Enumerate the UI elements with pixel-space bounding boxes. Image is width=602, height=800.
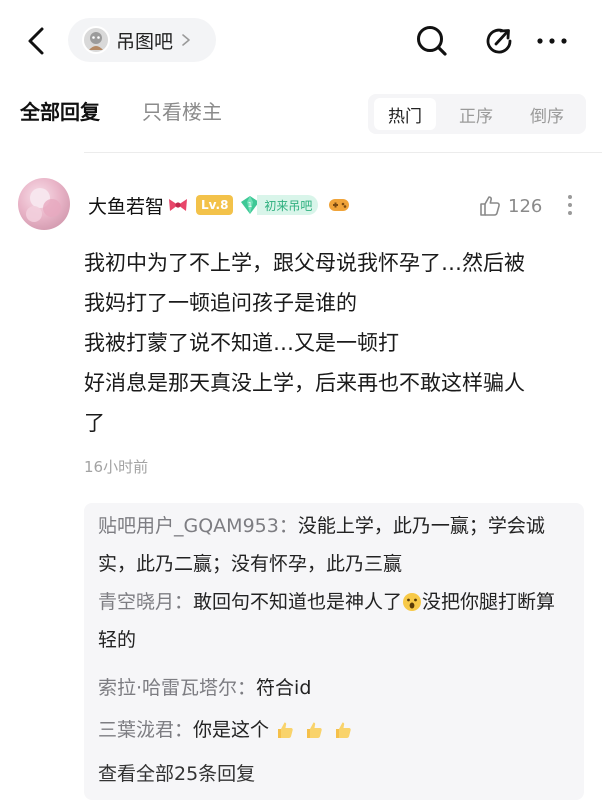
thumbs-up-icon	[480, 196, 500, 216]
search-button[interactable]	[413, 22, 451, 60]
post-line: 了	[84, 411, 105, 435]
view-all-replies-link[interactable]: 查看全部25条回复	[98, 755, 255, 793]
sub-replies: 贴吧用户_GQAM953：没能上学，此乃一赢；学会诚实，此乃二赢；没有怀孕，此乃…	[84, 503, 584, 800]
share-icon	[486, 28, 512, 54]
post-timestamp: 16小时前	[84, 458, 149, 476]
sort-descending-button[interactable]: 倒序	[516, 98, 578, 130]
post-content: 我初中为了不上学，跟父母说我怀孕了…然后被 我妈打了一顿追问孩子是谁的 我被打蒙…	[84, 243, 588, 443]
tab-only-op[interactable]: 只看楼主	[142, 96, 222, 125]
tab-all-replies[interactable]: 全部回复	[20, 96, 100, 125]
more-dots-icon	[537, 38, 567, 44]
sub-reply[interactable]: 三葉泷君：你是这个	[98, 711, 572, 749]
gamepad-icon	[329, 199, 350, 211]
sub-reply[interactable]: 贴吧用户_GQAM953：没能上学，此乃一赢；学会诚实，此乃二赢；没有怀孕，此乃…	[98, 507, 572, 583]
reply-author[interactable]: 索拉·哈雷瓦塔尔：	[98, 677, 256, 699]
sort-ascending-button[interactable]: 正序	[445, 98, 507, 130]
divider	[84, 152, 602, 153]
chevron-right-icon	[182, 34, 190, 46]
reply-author[interactable]: 三葉泷君：	[98, 719, 193, 741]
share-button[interactable]	[480, 22, 518, 60]
thumbs-up-emoji-icon	[336, 722, 351, 738]
vertical-dots-icon	[568, 195, 572, 215]
post-line: 我妈打了一顿追问孩子是谁的	[84, 291, 357, 315]
back-button[interactable]	[20, 24, 54, 58]
user-info: 大鱼若智 Lv.8 1 初来吊吧	[88, 190, 350, 220]
thumbs-up-emoji-icon	[278, 722, 293, 738]
like-button[interactable]: 126	[478, 192, 542, 220]
post-line: 好消息是那天真没上学，后来再也不敢这样骗人	[84, 371, 525, 395]
sub-reply[interactable]: 索拉·哈雷瓦塔尔：符合id	[98, 669, 572, 707]
thumbs-up-emoji-icon	[307, 722, 322, 738]
reply-author[interactable]: 贴吧用户_GQAM953：	[98, 515, 298, 537]
svg-text:1: 1	[248, 201, 252, 209]
avatar[interactable]	[18, 178, 70, 230]
forum-avatar	[82, 26, 110, 54]
reply-text: 符合id	[256, 677, 312, 699]
bow-icon	[169, 199, 188, 211]
forum-link[interactable]: 吊图吧	[68, 18, 216, 62]
post-line: 我被打蒙了说不知道…又是一顿打	[84, 331, 399, 355]
like-count: 126	[508, 195, 543, 217]
back-arrow-icon	[28, 27, 44, 55]
sort-hot-button[interactable]: 热门	[374, 98, 436, 130]
post-menu-button[interactable]	[565, 192, 575, 218]
reply-text: 敢回句不知道也是神人了	[193, 591, 403, 613]
top-bar: 吊图吧	[0, 0, 602, 84]
reply-text: 你是这个	[193, 719, 270, 741]
more-button[interactable]	[533, 22, 571, 60]
reply-tabs: 全部回复 只看楼主 热门 正序 倒序	[0, 88, 602, 138]
forum-name: 吊图吧	[116, 30, 174, 53]
sort-toggle: 热门 正序 倒序	[368, 94, 586, 134]
reply-author[interactable]: 青空晓月：	[98, 591, 193, 613]
level-badge: Lv.8	[196, 195, 234, 215]
shocked-emoji-icon	[403, 593, 422, 611]
username[interactable]: 大鱼若智	[88, 192, 164, 219]
post-line: 我初中为了不上学，跟父母说我怀孕了…然后被	[84, 251, 525, 275]
sub-reply[interactable]: 青空晓月：敢回句不知道也是神人了 没把你腿打断算轻的	[98, 583, 572, 659]
search-icon	[417, 26, 447, 56]
newbie-badge: 初来吊吧	[257, 195, 319, 215]
